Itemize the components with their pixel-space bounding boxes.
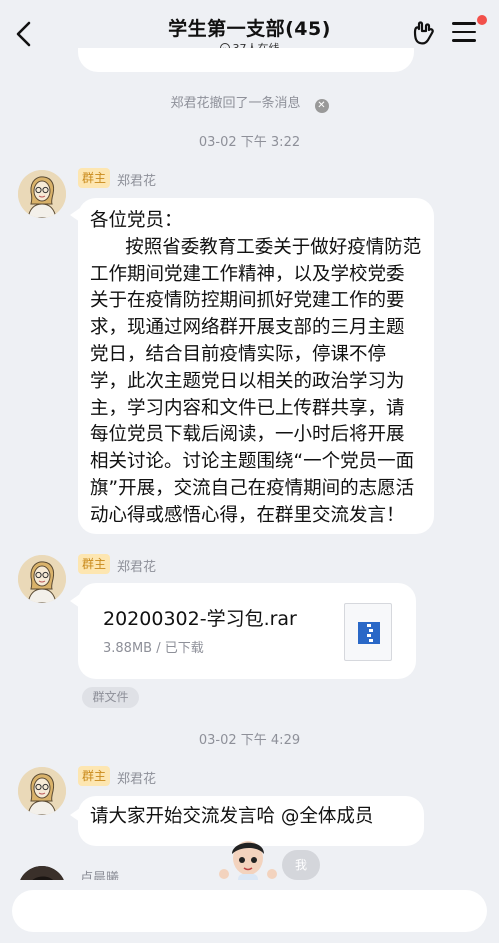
- sender-name: 郑君花: [117, 772, 157, 787]
- notification-dot: [477, 15, 487, 25]
- avatar[interactable]: [18, 170, 66, 218]
- owner-badge: 群主: [78, 554, 110, 574]
- message-bubble[interactable]: 各位党员： 按照省委教育工委关于做好疫情防范工作期间党建工作精神，以及学校党委关…: [78, 198, 434, 534]
- message-text: 各位党员： 按照省委教育工委关于做好疫情防范工作期间党建工作精神，以及学校党委关…: [90, 210, 422, 526]
- cartoon-avatar-sticker[interactable]: [218, 834, 278, 886]
- avatar-sketch: [18, 555, 66, 603]
- sender-name: 郑君花: [117, 560, 157, 575]
- file-meta: 3.88MB / 已下载: [103, 641, 204, 656]
- file-message-bubble[interactable]: 20200302-学习包.rar 3.88MB / 已下载: [78, 583, 416, 679]
- recall-notice: 郑君花撤回了一条消息 ✕: [0, 92, 499, 113]
- avatar-sketch: [18, 767, 66, 815]
- timestamp: 03-02 下午 4:29: [198, 733, 301, 748]
- owner-badge: 群主: [78, 168, 110, 188]
- previous-message-bubble[interactable]: [78, 48, 414, 72]
- close-icon[interactable]: ✕: [314, 99, 329, 113]
- file-name: 20200302-学习包.rar: [103, 608, 297, 630]
- me-bubble[interactable]: 我: [282, 850, 320, 880]
- message-input[interactable]: [12, 890, 487, 932]
- group-file-tag[interactable]: 群文件: [82, 687, 139, 708]
- menu-icon[interactable]: [452, 22, 476, 44]
- avatar-sketch: [18, 170, 66, 218]
- avatar[interactable]: [18, 555, 66, 603]
- recall-notice-text: 郑君花撤回了一条消息: [170, 96, 301, 111]
- zip-file-icon: [344, 603, 392, 661]
- rock-hand-icon[interactable]: [410, 20, 436, 46]
- timestamp: 03-02 下午 3:22: [198, 135, 301, 150]
- message-text: 请大家开始交流发言哈 @全体成员: [90, 806, 374, 827]
- owner-badge: 群主: [78, 766, 110, 786]
- sender-name: 郑君花: [117, 174, 157, 189]
- avatar[interactable]: [18, 767, 66, 815]
- input-bar: [0, 880, 499, 943]
